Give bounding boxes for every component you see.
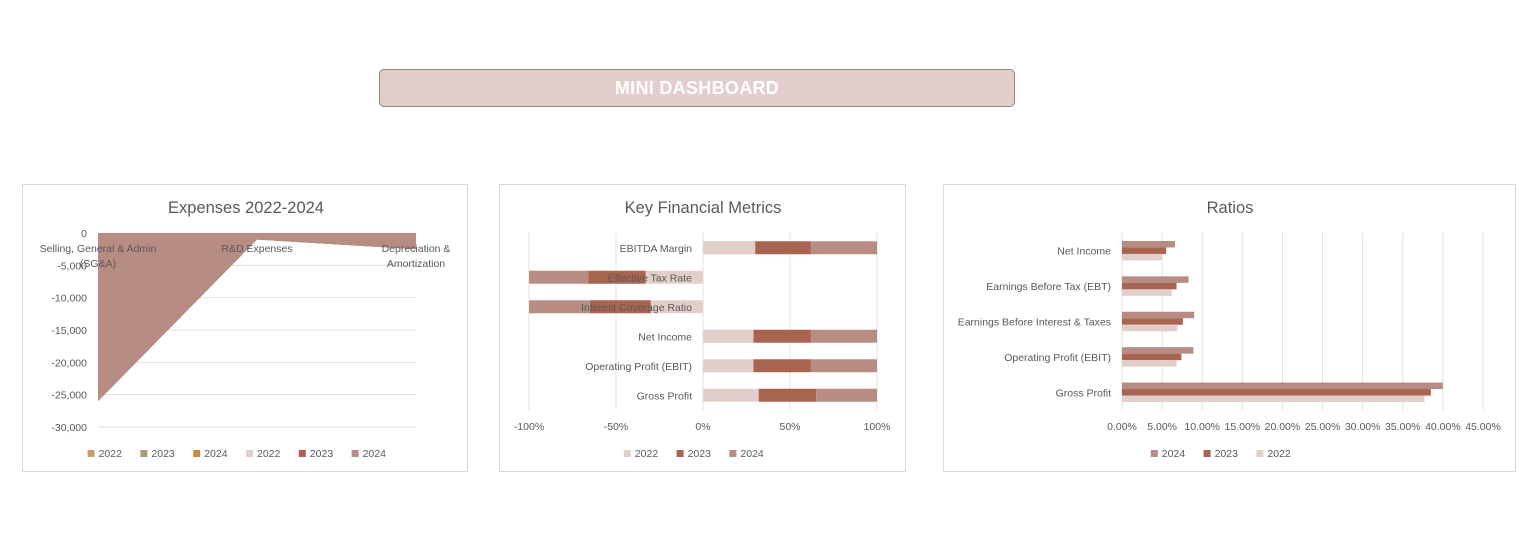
- metrics-category-label-0: EBITDA Margin: [620, 243, 693, 255]
- metrics-chart-title: Key Financial Metrics: [625, 199, 782, 217]
- ratios-xtick-9: 45.00%: [1465, 421, 1501, 433]
- metrics-xtick-1: -50%: [604, 421, 629, 433]
- expenses-legend-label-1: 2023: [151, 448, 175, 460]
- metrics-bar-3-0: [703, 329, 754, 343]
- metrics-bar-3-2: [810, 329, 877, 343]
- ratios-bar-1-0: [1122, 276, 1189, 283]
- key-financial-metrics-chart-svg: Key Financial Metrics -100% -50% 0% 50% 100% E…: [514, 199, 891, 460]
- ratios-bar-4-1: [1122, 389, 1431, 396]
- ratios-bar-3-1: [1122, 353, 1182, 361]
- key-financial-metrics-chart: Key Financial Metrics -100% -50% 0% 50% 100% E…: [499, 184, 906, 472]
- metrics-bar-4-0: [703, 359, 754, 373]
- expenses-category-label-1: R&D Expenses: [221, 243, 292, 255]
- metrics-bar-5-1: [758, 388, 817, 402]
- ratios-bar-4-2: [1122, 395, 1425, 403]
- metrics-bar-4-1: [753, 359, 811, 373]
- ratios-bar-2-0: [1122, 311, 1195, 319]
- metrics-bar-1-2: [529, 270, 589, 284]
- metrics-xtick-3: 50%: [779, 421, 800, 433]
- ratios-bar-2-1: [1122, 318, 1183, 325]
- metrics-xtick-2: 0%: [695, 421, 710, 433]
- ratios-xtick-0: 0.00%: [1107, 421, 1137, 433]
- expenses-ytick-0: 0: [81, 228, 87, 240]
- metrics-bar-0-1: [755, 241, 811, 255]
- metrics-category-label-3: Net Income: [638, 331, 692, 343]
- expenses-legend-swatch-0: [87, 450, 95, 457]
- metrics-category-label-1: Effective Tax Rate: [608, 272, 692, 284]
- metrics-xtick-4: 100%: [864, 421, 891, 433]
- ratios-bar-1-1: [1122, 282, 1177, 290]
- ratios-xtick-6: 30.00%: [1345, 421, 1381, 433]
- expenses-chart-svg: Expenses 2022-20240-5,000-10,000-15,000-…: [40, 199, 451, 460]
- metrics-bar-5-0: [703, 388, 759, 402]
- metrics-legend-swatch-0: [623, 450, 631, 457]
- expenses-legend-swatch-2: [193, 450, 201, 457]
- metrics-category-label-5: Gross Profit: [637, 390, 693, 402]
- ratios-legend-swatch-0: [1150, 450, 1158, 457]
- expenses-legend-label-0: 2022: [99, 448, 123, 460]
- expenses-legend-swatch-3: [246, 450, 253, 457]
- ratios-xtick-8: 40.00%: [1425, 421, 1461, 433]
- ratios-chart-svg: Ratios 0.00% 5.00% 10.00% 15.00% 20.00% 25.00%…: [958, 199, 1501, 460]
- ratios-bar-1-2: [1122, 289, 1172, 296]
- expenses-legend-label-4: 2023: [310, 448, 334, 460]
- metrics-category-label-4: Operating Profit (EBIT): [585, 361, 692, 373]
- metrics-bar-0-2: [810, 241, 877, 255]
- metrics-legend-swatch-1: [676, 450, 684, 457]
- expenses-legend-label-5: 2024: [363, 448, 387, 460]
- expenses-chart: Expenses 2022-2024 0 -5,000 -10,000 -15,000-…: [22, 184, 468, 472]
- expenses-legend-label-2: 2024: [204, 448, 228, 460]
- ratios-xtick-3: 15.00%: [1225, 421, 1261, 433]
- expenses-legend-swatch-5: [351, 450, 359, 457]
- expenses-legend-label-3: 2022: [257, 448, 281, 460]
- dashboard-title: MINI DASHBOARD: [614, 77, 780, 98]
- ratios-bar-3-0: [1122, 347, 1194, 354]
- ratios-legend-label-0: 2024: [1162, 448, 1186, 460]
- ratios-bar-4-0: [1122, 382, 1443, 390]
- ratios-xtick-7: 35.00%: [1385, 421, 1421, 433]
- metrics-legend-label-0: 2022: [635, 448, 659, 460]
- ratios-chart: Ratios 0.00% 5.00% 10.00% 15.00% 20.00% 25.00%…: [943, 184, 1516, 472]
- expenses-category-label-2: Depreciation & Amortization: [382, 243, 451, 270]
- ratios-category-label-4: Gross Profit: [1056, 387, 1112, 399]
- expenses-legend-swatch-1: [140, 450, 148, 457]
- metrics-category-label-2: Interest Coverage Ratio: [581, 302, 692, 314]
- dashboard-banner: MINI DASHBOARD: [379, 69, 1015, 107]
- metrics-bar-0-0: [703, 241, 756, 255]
- ratios-category-label-0: Net Income: [1057, 246, 1111, 258]
- ratios-legend-swatch-2: [1256, 450, 1264, 457]
- metrics-bar-4-2: [810, 359, 877, 373]
- metrics-legend-label-1: 2023: [688, 448, 712, 460]
- ratios-category-label-2: Earnings Before Interest & Taxes: [958, 317, 1111, 329]
- ratios-legend-label-2: 2022: [1267, 448, 1291, 460]
- expenses-ytick-3: -15,000: [51, 325, 87, 337]
- ratios-category-label-3: Operating Profit (EBIT): [1004, 352, 1111, 364]
- metrics-legend-label-2: 2024: [740, 448, 764, 460]
- metrics-bar-5-2: [816, 388, 877, 402]
- expenses-legend-swatch-4: [298, 450, 306, 457]
- metrics-legend-swatch-2: [729, 450, 737, 457]
- expenses-ytick-2: -10,000: [51, 293, 87, 305]
- ratios-bar-2-2: [1122, 324, 1178, 332]
- ratios-legend-label-1: 2023: [1215, 448, 1239, 460]
- metrics-bar-3-1: [753, 329, 811, 343]
- ratios-xtick-2: 10.00%: [1184, 421, 1220, 433]
- expenses-chart-title: Expenses 2022-2024: [168, 199, 324, 217]
- ratios-xtick-1: 5.00%: [1147, 421, 1177, 433]
- ratios-bar-3-2: [1122, 360, 1177, 367]
- expenses-ytick-4: -20,000: [51, 357, 87, 369]
- ratios-xtick-4: 20.00%: [1265, 421, 1301, 433]
- ratios-xtick-5: 25.00%: [1305, 421, 1341, 433]
- ratios-bar-0-0: [1122, 240, 1175, 248]
- metrics-xtick-0: -100%: [514, 421, 544, 433]
- ratios-chart-title: Ratios: [1207, 199, 1254, 217]
- ratios-legend-swatch-1: [1203, 450, 1211, 457]
- expenses-area-5: [98, 233, 416, 402]
- ratios-bar-0-1: [1122, 247, 1167, 254]
- ratios-category-label-1: Earnings Before Tax (EBT): [986, 281, 1111, 293]
- ratios-bar-0-2: [1122, 253, 1163, 261]
- expenses-ytick-6: -30,000: [51, 422, 87, 434]
- expenses-ytick-5: -25,000: [51, 390, 87, 402]
